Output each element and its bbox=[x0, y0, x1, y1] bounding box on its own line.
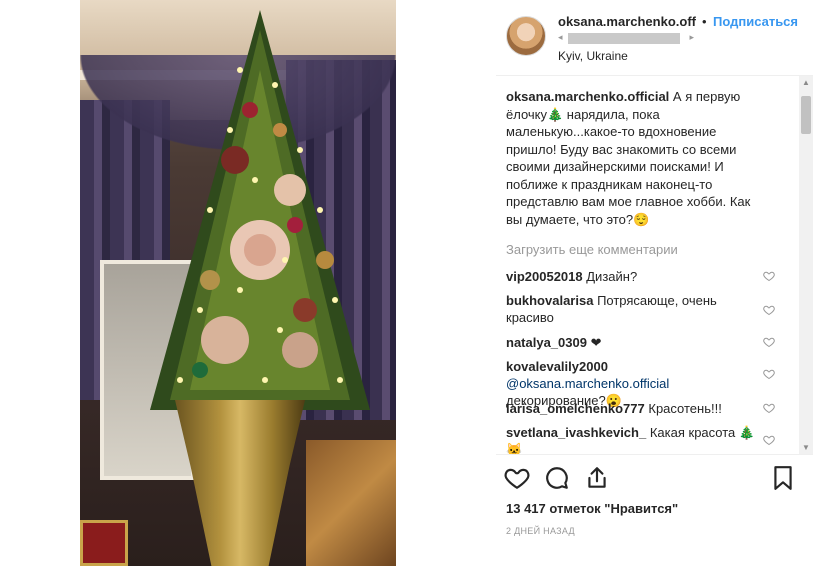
share-icon[interactable] bbox=[584, 465, 610, 491]
load-more-comments-button[interactable]: Загрузить еще комментарии bbox=[506, 242, 678, 257]
comment-like-heart-icon[interactable] bbox=[763, 368, 775, 380]
bookmark-icon[interactable] bbox=[770, 465, 796, 491]
comment-icon[interactable] bbox=[544, 465, 570, 491]
comment-username[interactable]: natalya_0309 bbox=[506, 335, 587, 350]
comment-item: natalya_0309 ❤ bbox=[506, 334, 756, 351]
photo-carving bbox=[306, 440, 396, 566]
comment-like-heart-icon[interactable] bbox=[763, 270, 775, 282]
photo-vase bbox=[175, 400, 305, 566]
music-track-bar[interactable] bbox=[568, 33, 680, 44]
heart-icon[interactable] bbox=[504, 465, 530, 491]
post-actions: 13 417 отметок "Нравится" 2 дней назад bbox=[496, 454, 813, 566]
comment-username[interactable]: kovalevalily2000 bbox=[506, 359, 608, 374]
music-next-icon[interactable]: ▸ bbox=[689, 32, 694, 43]
comment-item: larisa_omelchenko777 Красотень!!! bbox=[506, 400, 756, 417]
comment-like-heart-icon[interactable] bbox=[763, 304, 775, 316]
post-header: oksana.marchenko.off • Подписаться ◂ ▸ K… bbox=[496, 0, 813, 76]
music-bar[interactable]: ◂ ▸ bbox=[558, 32, 694, 44]
comments-scrollbar[interactable]: ▲ ▼ bbox=[799, 76, 813, 454]
caption-text: А я первую ёлочку🎄 нарядила, пока малень… bbox=[506, 89, 751, 227]
comment-item: svetlana_ivashkevich_ Какая красота 🎄🐱 bbox=[506, 424, 756, 454]
comment-text: Красотень!!! bbox=[648, 401, 722, 416]
comment-like-heart-icon[interactable] bbox=[763, 336, 775, 348]
follow-button[interactable]: Подписаться bbox=[713, 14, 813, 29]
comment-username[interactable]: svetlana_ivashkevich_ bbox=[506, 425, 646, 440]
christmas-tree-illustration bbox=[150, 10, 370, 410]
comment-mention-link[interactable]: @oksana.marchenko.official bbox=[506, 376, 669, 391]
comment-text: ❤ bbox=[590, 335, 602, 350]
post-side-panel: oksana.marchenko.off • Подписаться ◂ ▸ K… bbox=[496, 0, 813, 566]
scroll-down-arrow-icon[interactable]: ▼ bbox=[802, 443, 810, 452]
caption: oksana.marchenko.official А я первую ёло… bbox=[506, 88, 756, 228]
comment-item: bukhovalarisa Потрясающе, очень красиво bbox=[506, 292, 756, 326]
comment-text: Дизайн? bbox=[586, 269, 638, 284]
comment-item: vip20052018 Дизайн? bbox=[506, 268, 756, 285]
photo-book bbox=[80, 520, 128, 566]
comments-list[interactable]: oksana.marchenko.official А я первую ёло… bbox=[496, 76, 813, 454]
avatar[interactable] bbox=[506, 16, 546, 56]
post-timestamp[interactable]: 2 дней назад bbox=[506, 526, 575, 536]
scrollbar-thumb[interactable] bbox=[801, 96, 811, 134]
comment-username[interactable]: larisa_omelchenko777 bbox=[506, 401, 645, 416]
comment-like-heart-icon[interactable] bbox=[763, 402, 775, 414]
likes-count[interactable]: 13 417 отметок "Нравится" bbox=[506, 501, 678, 516]
caption-username[interactable]: oksana.marchenko.official bbox=[506, 89, 669, 104]
comment-username[interactable]: bukhovalarisa bbox=[506, 293, 593, 308]
comment-like-heart-icon[interactable] bbox=[763, 434, 775, 446]
scroll-up-arrow-icon[interactable]: ▲ bbox=[802, 78, 810, 87]
header-username-link[interactable]: oksana.marchenko.off bbox=[558, 14, 696, 29]
music-prev-icon[interactable]: ◂ bbox=[558, 32, 563, 43]
location-link[interactable]: Kyiv, Ukraine bbox=[558, 49, 628, 63]
header-separator: • bbox=[702, 14, 707, 29]
post-photo[interactable] bbox=[80, 0, 396, 566]
comment-username[interactable]: vip20052018 bbox=[506, 269, 583, 284]
